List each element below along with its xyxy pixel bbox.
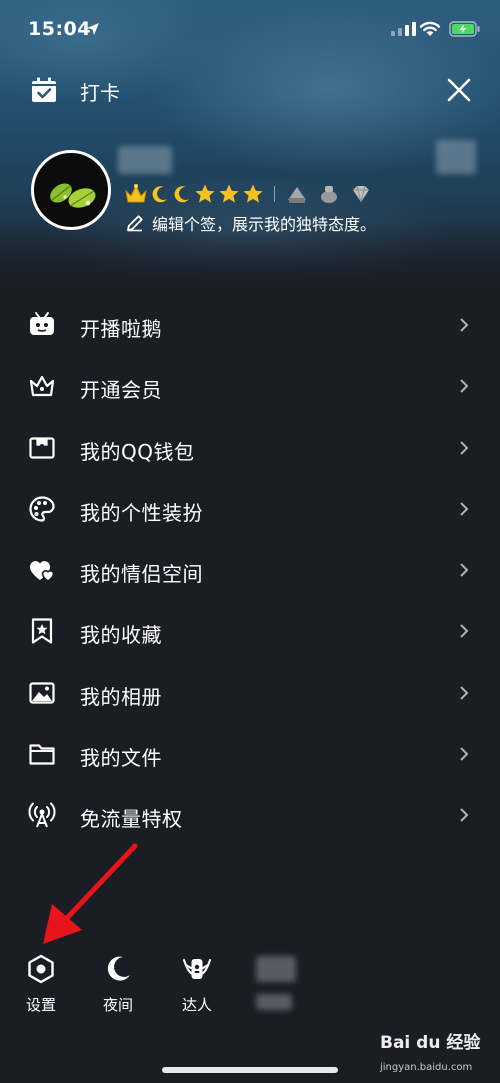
folder-icon bbox=[29, 744, 55, 765]
palette-icon bbox=[29, 496, 55, 522]
menu-item-free-data[interactable]: 免流量特权 bbox=[0, 785, 500, 846]
menu-label: 我的QQ钱包 bbox=[80, 439, 195, 464]
tv-robot-icon bbox=[30, 312, 54, 335]
hearts-icon bbox=[30, 561, 55, 583]
menu-item-wallet[interactable]: 我的QQ钱包 bbox=[0, 418, 500, 479]
moon-icon bbox=[107, 956, 130, 981]
wallet-icon bbox=[29, 436, 55, 459]
star-level-icon bbox=[243, 184, 263, 203]
star-level-icon bbox=[195, 184, 215, 203]
menu-item-vip[interactable]: 开通会员 bbox=[0, 356, 500, 417]
chevron-right-icon bbox=[460, 379, 469, 394]
gray-hat-badge-icon bbox=[288, 187, 306, 203]
menu-label: 我的相册 bbox=[80, 684, 162, 709]
star-level-icon bbox=[219, 184, 239, 203]
chevron-right-icon bbox=[460, 440, 469, 455]
wifi-icon bbox=[419, 21, 441, 36]
menu-label: 我的个性装扮 bbox=[80, 500, 203, 525]
settings-label: 设置 bbox=[25, 996, 56, 1014]
weather-info-blurred bbox=[256, 956, 296, 982]
edit-pencil-icon bbox=[127, 215, 143, 232]
baidu-watermark-url: jingyan.baidu.com bbox=[380, 1062, 473, 1073]
crown-level-icon bbox=[125, 184, 147, 203]
moon-level-icon bbox=[152, 186, 167, 203]
chevron-right-icon bbox=[460, 624, 469, 639]
nickname-blurred bbox=[118, 146, 172, 174]
night-mode-label: 夜间 bbox=[102, 996, 133, 1014]
menu-label: 我的情侣空间 bbox=[80, 562, 203, 587]
weather-location-blurred bbox=[256, 994, 292, 1010]
chevron-right-icon bbox=[460, 686, 469, 700]
expert-label: 达人 bbox=[181, 996, 212, 1014]
status-time: 15:04 bbox=[28, 18, 91, 40]
chevron-right-icon bbox=[460, 563, 469, 577]
avatar[interactable] bbox=[31, 150, 111, 230]
winged-badge-icon bbox=[183, 959, 211, 979]
settings-button[interactable]: 设置 bbox=[11, 954, 71, 1014]
photo-icon bbox=[29, 682, 55, 704]
home-indicator[interactable] bbox=[162, 1067, 338, 1073]
annotation-arrow bbox=[43, 843, 138, 944]
chevron-right-icon bbox=[460, 747, 469, 761]
bookmark-star-icon bbox=[31, 618, 53, 645]
menu-item-album[interactable]: 我的相册 bbox=[0, 663, 500, 724]
gray-pot-badge-icon bbox=[321, 186, 337, 203]
menu-item-files[interactable]: 我的文件 bbox=[0, 724, 500, 785]
close-icon[interactable] bbox=[446, 77, 472, 103]
menu-label: 开播啦鹅 bbox=[80, 317, 162, 341]
menu-item-live[interactable]: 开播啦鹅 bbox=[0, 295, 500, 356]
baidu-watermark: Bai du 经验 bbox=[380, 1033, 481, 1053]
night-mode-button[interactable]: 夜间 bbox=[88, 954, 148, 1014]
battery-charging-icon bbox=[449, 21, 480, 37]
status-bar: 15:04 bbox=[0, 0, 500, 60]
chevron-right-icon bbox=[460, 318, 469, 332]
menu-item-favorites[interactable]: 我的收藏 bbox=[0, 601, 500, 662]
chevron-right-icon bbox=[460, 808, 469, 823]
avatar-leaves-image bbox=[50, 183, 96, 208]
side-menu: 开播啦鹅 开通会员 我的QQ钱包 我的个性装扮 我的情侣空间 我的收藏 我的相册… bbox=[0, 295, 500, 847]
crown-icon bbox=[29, 376, 55, 397]
gray-gem-badge-icon bbox=[353, 185, 369, 203]
chevron-right-icon bbox=[460, 502, 469, 516]
account-info-blurred bbox=[436, 140, 476, 174]
menu-item-couple-space[interactable]: 我的情侣空间 bbox=[0, 540, 500, 601]
calendar-check-icon[interactable] bbox=[30, 76, 58, 104]
menu-label: 开通会员 bbox=[80, 378, 162, 403]
expert-button[interactable]: 达人 bbox=[167, 954, 227, 1014]
menu-item-theme[interactable]: 我的个性装扮 bbox=[0, 479, 500, 540]
menu-label: 免流量特权 bbox=[80, 807, 183, 832]
signature-text: 编辑个签，展示我的独特态度。 bbox=[152, 215, 377, 234]
badge-divider bbox=[274, 186, 275, 202]
location-arrow-icon bbox=[87, 23, 99, 35]
cellular-signal-icon bbox=[391, 22, 416, 36]
menu-label: 我的收藏 bbox=[80, 623, 162, 648]
checkin-label[interactable]: 打卡 bbox=[80, 77, 120, 106]
settings-hexagon-icon bbox=[28, 954, 54, 984]
antenna-icon bbox=[28, 802, 56, 828]
signature-row[interactable]: 编辑个签，展示我的独特态度。 bbox=[126, 211, 376, 235]
level-badges[interactable] bbox=[124, 183, 373, 205]
menu-label: 我的文件 bbox=[80, 746, 162, 771]
moon-level-icon bbox=[174, 186, 189, 203]
